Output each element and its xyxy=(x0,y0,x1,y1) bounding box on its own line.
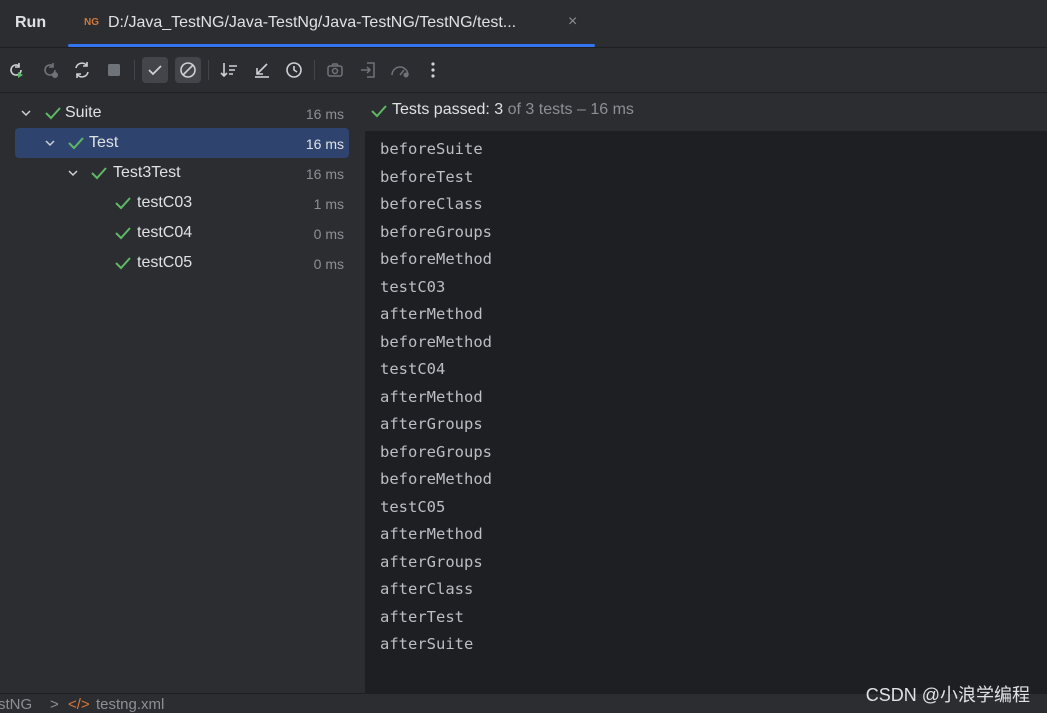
import-icon[interactable] xyxy=(355,57,381,83)
testng-icon: NG xyxy=(84,17,99,28)
tree-item-duration: 0 ms xyxy=(313,256,344,272)
test-tree: Suite 16 ms Test 16 ms Test3Test 16 ms t… xyxy=(0,93,364,693)
watermark: CSDN @小浪学编程 xyxy=(865,685,1030,705)
tree-item-label: testC05 xyxy=(137,254,193,271)
run-config-tab-label: D:/Java_TestNG/Java-TestNg/Java-TestNG/T… xyxy=(108,14,517,31)
status-suffix: of 3 tests – 16 ms xyxy=(503,101,634,118)
console-line: afterMethod xyxy=(380,387,483,406)
close-icon[interactable]: × xyxy=(568,13,577,31)
console-output[interactable]: beforeSuite beforeTest beforeClass befor… xyxy=(380,138,492,661)
passed-check-icon xyxy=(115,197,131,210)
tree-item-test3test[interactable]: Test3Test 16 ms xyxy=(15,158,349,188)
console-line: afterClass xyxy=(380,580,474,598)
status-prefix: Tests passed: xyxy=(392,101,495,118)
console-line: beforeClass xyxy=(380,195,483,213)
passed-check-icon xyxy=(45,107,61,120)
test-status-text: Tests passed: 3 of 3 tests – 16 ms xyxy=(392,101,634,119)
console-panel: Tests passed: 3 of 3 tests – 16 ms befor… xyxy=(365,93,1047,693)
console-line: beforeSuite xyxy=(380,140,483,158)
console-line: afterMethod xyxy=(380,305,483,323)
console-line: afterGroups xyxy=(380,415,483,433)
console-line: beforeTest xyxy=(380,167,474,186)
screenshot-icon[interactable] xyxy=(322,57,348,83)
status-passed-count: 3 xyxy=(494,101,504,118)
console-line: afterMethod xyxy=(380,525,483,543)
stop-icon[interactable] xyxy=(101,57,127,83)
show-passed-icon[interactable] xyxy=(142,57,168,83)
tree-item-label: Test3Test xyxy=(113,164,181,181)
console-line: afterSuite xyxy=(380,635,474,653)
show-ignored-icon[interactable] xyxy=(175,57,201,83)
tree-item-duration: 16 ms xyxy=(305,166,344,182)
console-line: afterTest xyxy=(380,607,464,626)
passed-check-icon xyxy=(68,137,84,150)
coverage-icon[interactable] xyxy=(387,57,413,83)
tree-item-label: testC04 xyxy=(137,224,193,241)
passed-check-icon xyxy=(91,167,107,180)
console-line: testC05 xyxy=(380,497,446,516)
run-tool-window-header: Run NG D:/Java_TestNG/Java-TestNg/Java-T… xyxy=(0,0,1047,48)
history-icon[interactable] xyxy=(281,57,307,83)
toolbar-separator xyxy=(314,60,315,80)
tree-item-duration: 16 ms xyxy=(305,136,344,152)
breadcrumb-separator: > xyxy=(50,696,59,713)
tree-item-suite[interactable]: Suite 16 ms xyxy=(15,98,349,128)
breadcrumb-project[interactable]: stNG xyxy=(0,696,32,713)
chevron-down-icon[interactable] xyxy=(68,168,78,178)
rerun-failed-icon[interactable] xyxy=(37,57,63,83)
console-line: beforeMethod xyxy=(380,250,492,268)
console-line: beforeMethod xyxy=(380,332,492,351)
console-line: testC04 xyxy=(380,360,446,378)
console-line: beforeMethod xyxy=(380,470,492,488)
console-line: testC03 xyxy=(380,277,446,296)
tree-item-testc04[interactable]: testC04 0 ms xyxy=(15,218,349,248)
passed-check-icon xyxy=(371,105,387,118)
tree-item-testc03[interactable]: testC03 1 ms xyxy=(15,188,349,218)
sort-icon[interactable] xyxy=(216,57,242,83)
toggle-auto-test-icon[interactable] xyxy=(69,57,95,83)
tree-item-duration: 0 ms xyxy=(313,226,344,242)
passed-check-icon xyxy=(115,227,131,240)
collapse-icon[interactable] xyxy=(249,57,275,83)
tree-item-testc05[interactable]: testC05 0 ms xyxy=(15,248,349,278)
tree-item-duration: 1 ms xyxy=(313,196,344,212)
chevron-down-icon[interactable] xyxy=(45,138,55,148)
tree-item-label: Test xyxy=(89,134,119,151)
run-config-tab[interactable]: NG D:/Java_TestNG/Java-TestNg/Java-TestN… xyxy=(68,0,595,47)
tree-item-label: Suite xyxy=(65,104,102,121)
tree-item-label: testC03 xyxy=(137,194,193,211)
toolbar-separator xyxy=(208,60,209,80)
rerun-icon[interactable] xyxy=(3,57,29,83)
console-line: beforeGroups xyxy=(380,222,492,241)
tab-active-indicator xyxy=(68,44,595,47)
breadcrumb-file[interactable]: testng.xml xyxy=(96,696,164,713)
tree-item-test[interactable]: Test 16 ms xyxy=(15,128,349,158)
run-title: Run xyxy=(15,14,47,31)
passed-check-icon xyxy=(115,257,131,270)
test-status-bar: Tests passed: 3 of 3 tests – 16 ms xyxy=(365,93,1047,131)
chevron-down-icon[interactable] xyxy=(21,108,31,118)
run-toolbar xyxy=(0,48,1047,93)
console-line: afterGroups xyxy=(380,552,483,571)
tree-item-duration: 16 ms xyxy=(305,106,344,122)
xml-file-icon: </> xyxy=(68,696,90,713)
console-line: beforeGroups xyxy=(380,442,492,461)
toolbar-separator xyxy=(134,60,135,80)
more-icon[interactable] xyxy=(420,57,446,83)
